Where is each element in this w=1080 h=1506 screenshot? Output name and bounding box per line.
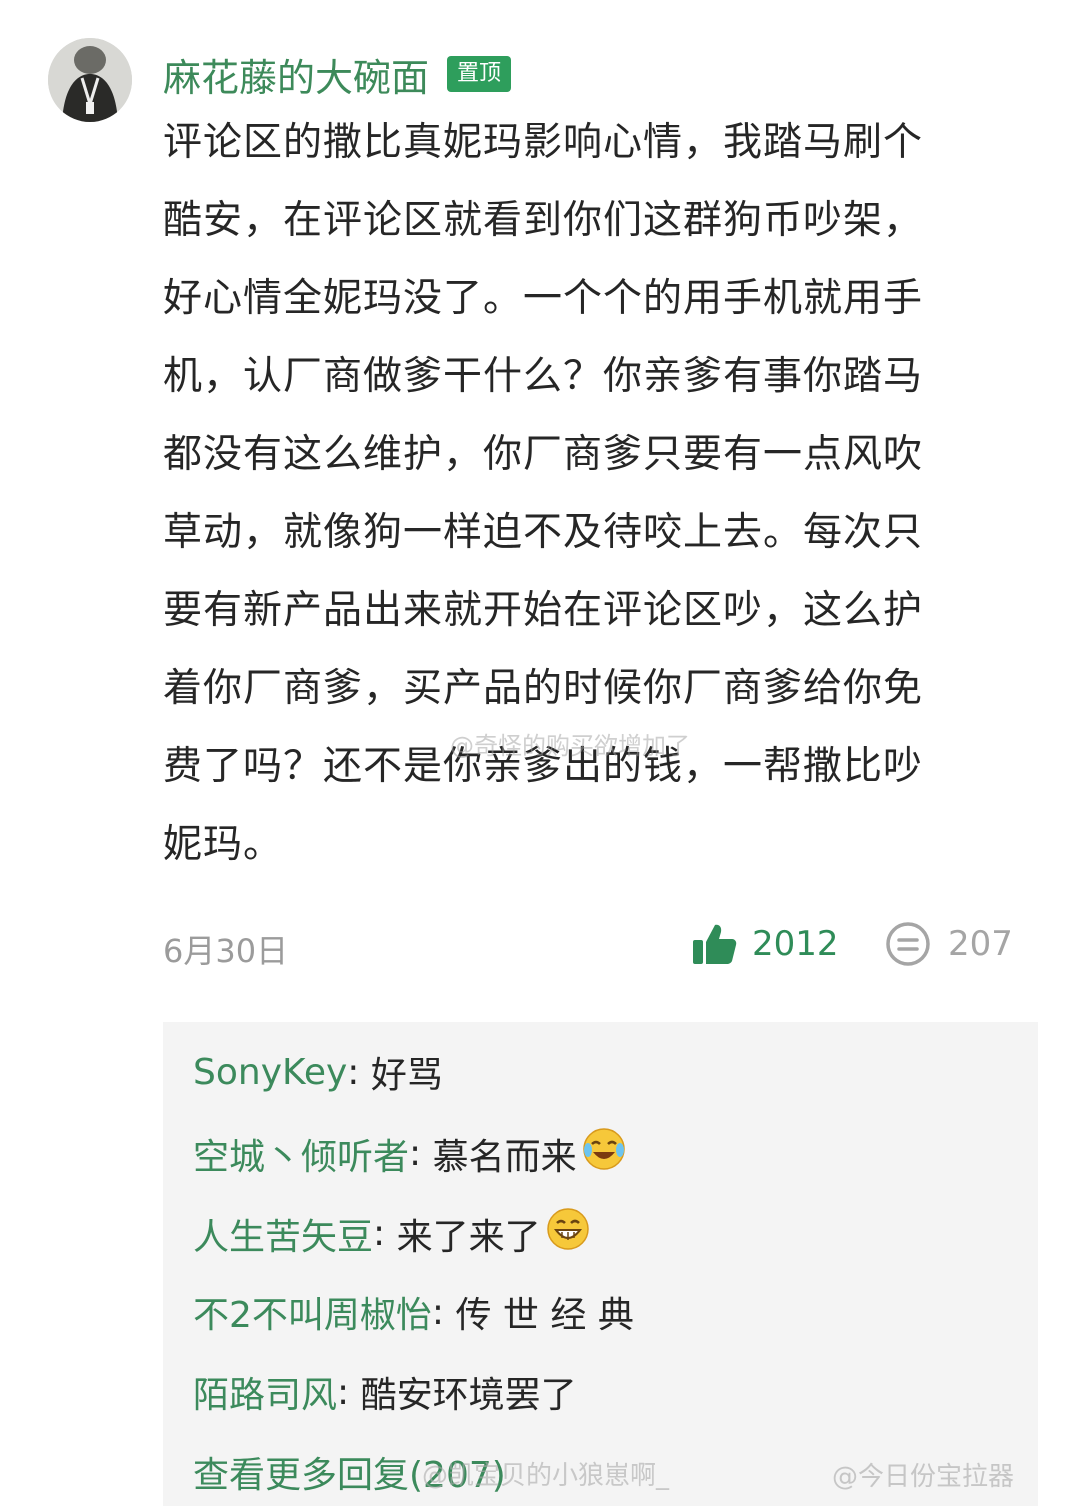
like-button[interactable]: 2012 [690,920,839,968]
reply-text: 慕名而来 [432,1136,577,1178]
watermark-bottom-left: @凯宝贝的小狼崽啊_ [422,1461,670,1491]
reply-separator: : [373,1213,397,1254]
comment-line: 妮玛。 [163,822,284,867]
reply-separator: : [431,1291,456,1333]
reply-text: 酷安环境罢了 [360,1375,577,1416]
comment-line: 机，认厂商做爹干什么？你亲爹有事你踏马 [163,354,924,399]
reply-username[interactable]: SonyKey [193,1052,347,1093]
reply-text: 来了来了 [396,1216,541,1258]
reply-count: 207 [948,924,1013,964]
comment-line: 评论区的撒比真妮玛影响心情，我踏马刷个 [163,120,924,165]
comment-line: 酷安，在评论区就看到你们这群狗币吵架， [163,198,924,243]
reply-username[interactable]: 人生苦矢豆 [193,1208,373,1260]
reply-username[interactable]: 空城丶倾听者 [193,1128,409,1180]
reply-item[interactable]: 人生苦矢豆: 来了来了 [193,1206,591,1261]
reply-username[interactable]: 陌路司风 [193,1366,337,1418]
comment-date: 6月30日 [163,932,289,970]
grinning-emoji [545,1206,591,1261]
reply-separator: : [337,1371,361,1413]
reply-list: SonyKey: 好骂 空城丶倾听者: 慕名而来 人生苦矢豆: 来了来了 不2不… [163,1022,1038,1506]
reply-button[interactable]: 207 [884,920,1013,968]
avatar-image [48,38,132,122]
watermark-middle: @奇怪的购买欲增加了 [450,732,690,760]
comment-line: 着你厂商爹，买产品的时候你厂商爹给你免 [163,666,924,711]
comment-line: 要有新产品出来就开始在评论区吵，这么护 [163,588,924,633]
author-row: 麻花藤的大碗面 置顶 [163,44,512,104]
reply-text: 传 世 经 典 [455,1295,634,1336]
thumbs-up-icon [693,924,737,964]
comment-line: 都没有这么维护，你厂商爹只要有一点风吹 [163,432,924,477]
like-count: 2012 [752,924,839,964]
comment-line: 好心情全妮玛没了。一个个的用手机就用手 [163,276,924,321]
reply-separator: : [347,1051,371,1093]
reply-item[interactable]: SonyKey: 好骂 [193,1046,443,1098]
laughing-tears-emoji [581,1126,627,1181]
comment-icon [886,922,930,966]
reply-item[interactable]: 陌路司风: 酷安环境罢了 [193,1366,577,1418]
reply-text: 好骂 [370,1055,443,1096]
reply-item[interactable]: 不2不叫周椒怡: 传 世 经 典 [193,1286,634,1338]
author-name[interactable]: 麻花藤的大碗面 [163,47,429,102]
reply-separator: : [409,1133,433,1174]
comment-body: 评论区的撒比真妮玛影响心情，我踏马刷个 酷安，在评论区就看到你们这群狗币吵架， … [163,104,1028,884]
reply-username[interactable]: 不2不叫周椒怡 [193,1286,432,1338]
pinned-badge: 置顶 [447,56,512,92]
avatar[interactable] [48,38,132,122]
reply-item[interactable]: 空城丶倾听者: 慕名而来 [193,1126,627,1181]
comment-line: 草动，就像狗一样迫不及待咬上去。每次只 [163,510,924,555]
watermark-bottom-right: @今日份宝拉器 [832,1462,1015,1492]
